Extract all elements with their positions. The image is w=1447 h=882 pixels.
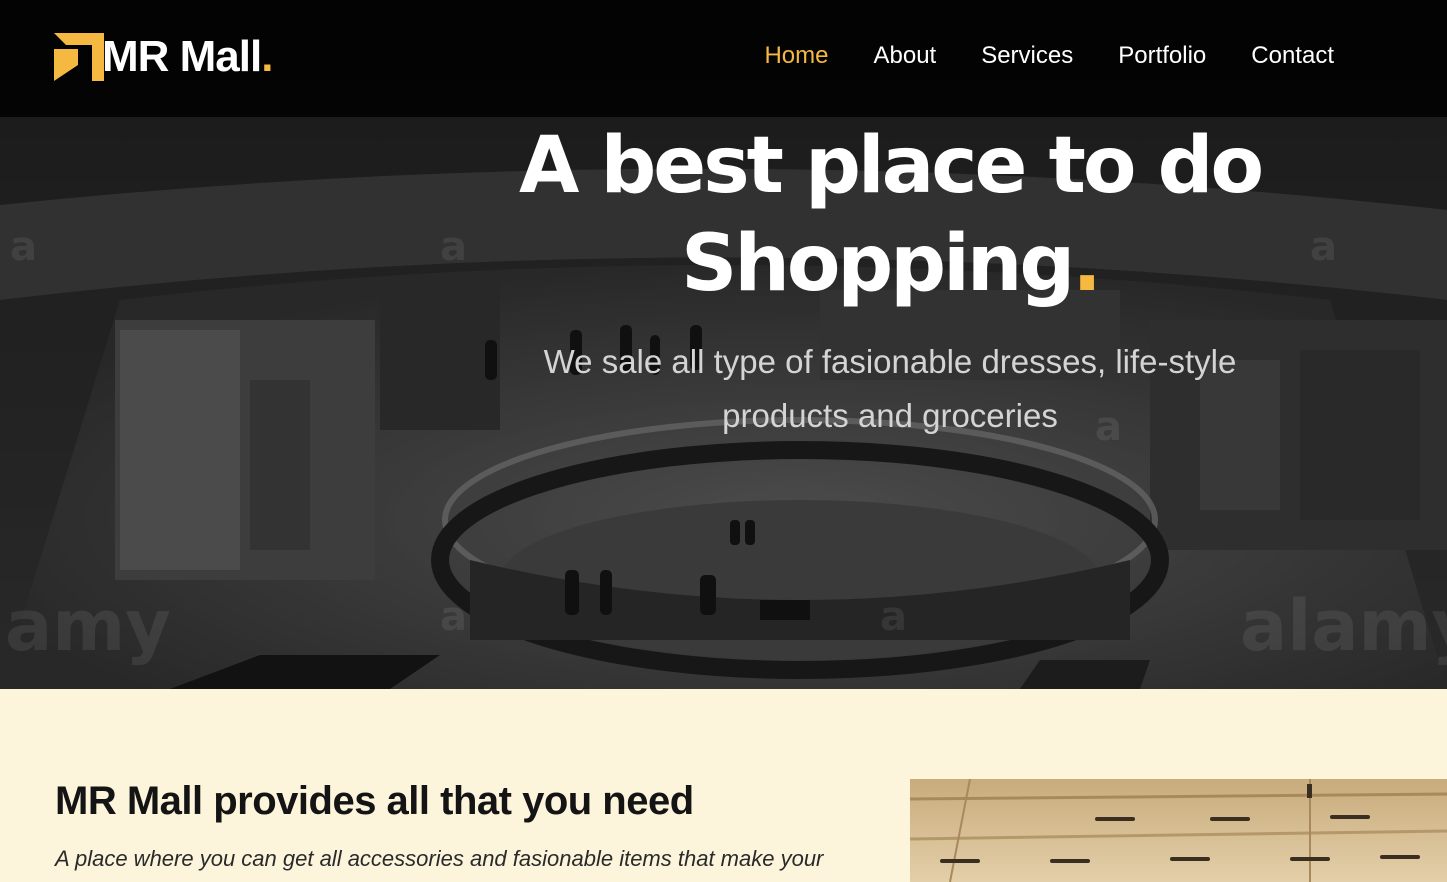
svg-text:a: a bbox=[10, 224, 37, 270]
hero-title-line2: Shopping bbox=[681, 219, 1075, 309]
hero-text: A best place to do Shopping. We sale all… bbox=[440, 117, 1340, 443]
hero-subtitle: We sale all type of fasionable dresses, … bbox=[543, 343, 1237, 434]
svg-text:a: a bbox=[440, 594, 467, 640]
nav-home[interactable]: Home bbox=[764, 40, 828, 72]
logo-icon bbox=[54, 33, 104, 81]
svg-text:amy: amy bbox=[5, 585, 171, 667]
nav-portfolio[interactable]: Portfolio bbox=[1118, 40, 1206, 72]
main-nav: Home About Services Portfolio Contact bbox=[719, 40, 1334, 72]
svg-text:a: a bbox=[880, 594, 907, 640]
mall-ceiling-image bbox=[910, 779, 1447, 882]
nav-services[interactable]: Services bbox=[981, 40, 1073, 72]
hero-title-dot: . bbox=[1072, 219, 1102, 309]
svg-text:alamy: alamy bbox=[1240, 585, 1447, 667]
nav-about[interactable]: About bbox=[873, 40, 936, 72]
logo-text: MR Mall bbox=[102, 32, 262, 81]
about-description: A place where you can get all accessorie… bbox=[55, 846, 824, 871]
hero-section: amy alamy a a a a a a MR Mall. Home Abou… bbox=[0, 0, 1447, 689]
logo-dot: . bbox=[261, 32, 274, 81]
mall-ceiling-photo bbox=[910, 779, 1447, 882]
about-title: MR Mall provides all that you need bbox=[55, 779, 694, 823]
logo-link[interactable]: MR Mall. bbox=[54, 32, 273, 82]
hero-title: A best place to do Shopping. bbox=[440, 117, 1340, 313]
navbar: MR Mall. Home About Services Portfolio C… bbox=[0, 0, 1447, 117]
nav-contact[interactable]: Contact bbox=[1251, 40, 1334, 72]
hero-title-line1: A best place to do bbox=[518, 121, 1264, 211]
about-section: MR Mall provides all that you need A pla… bbox=[0, 689, 1447, 882]
